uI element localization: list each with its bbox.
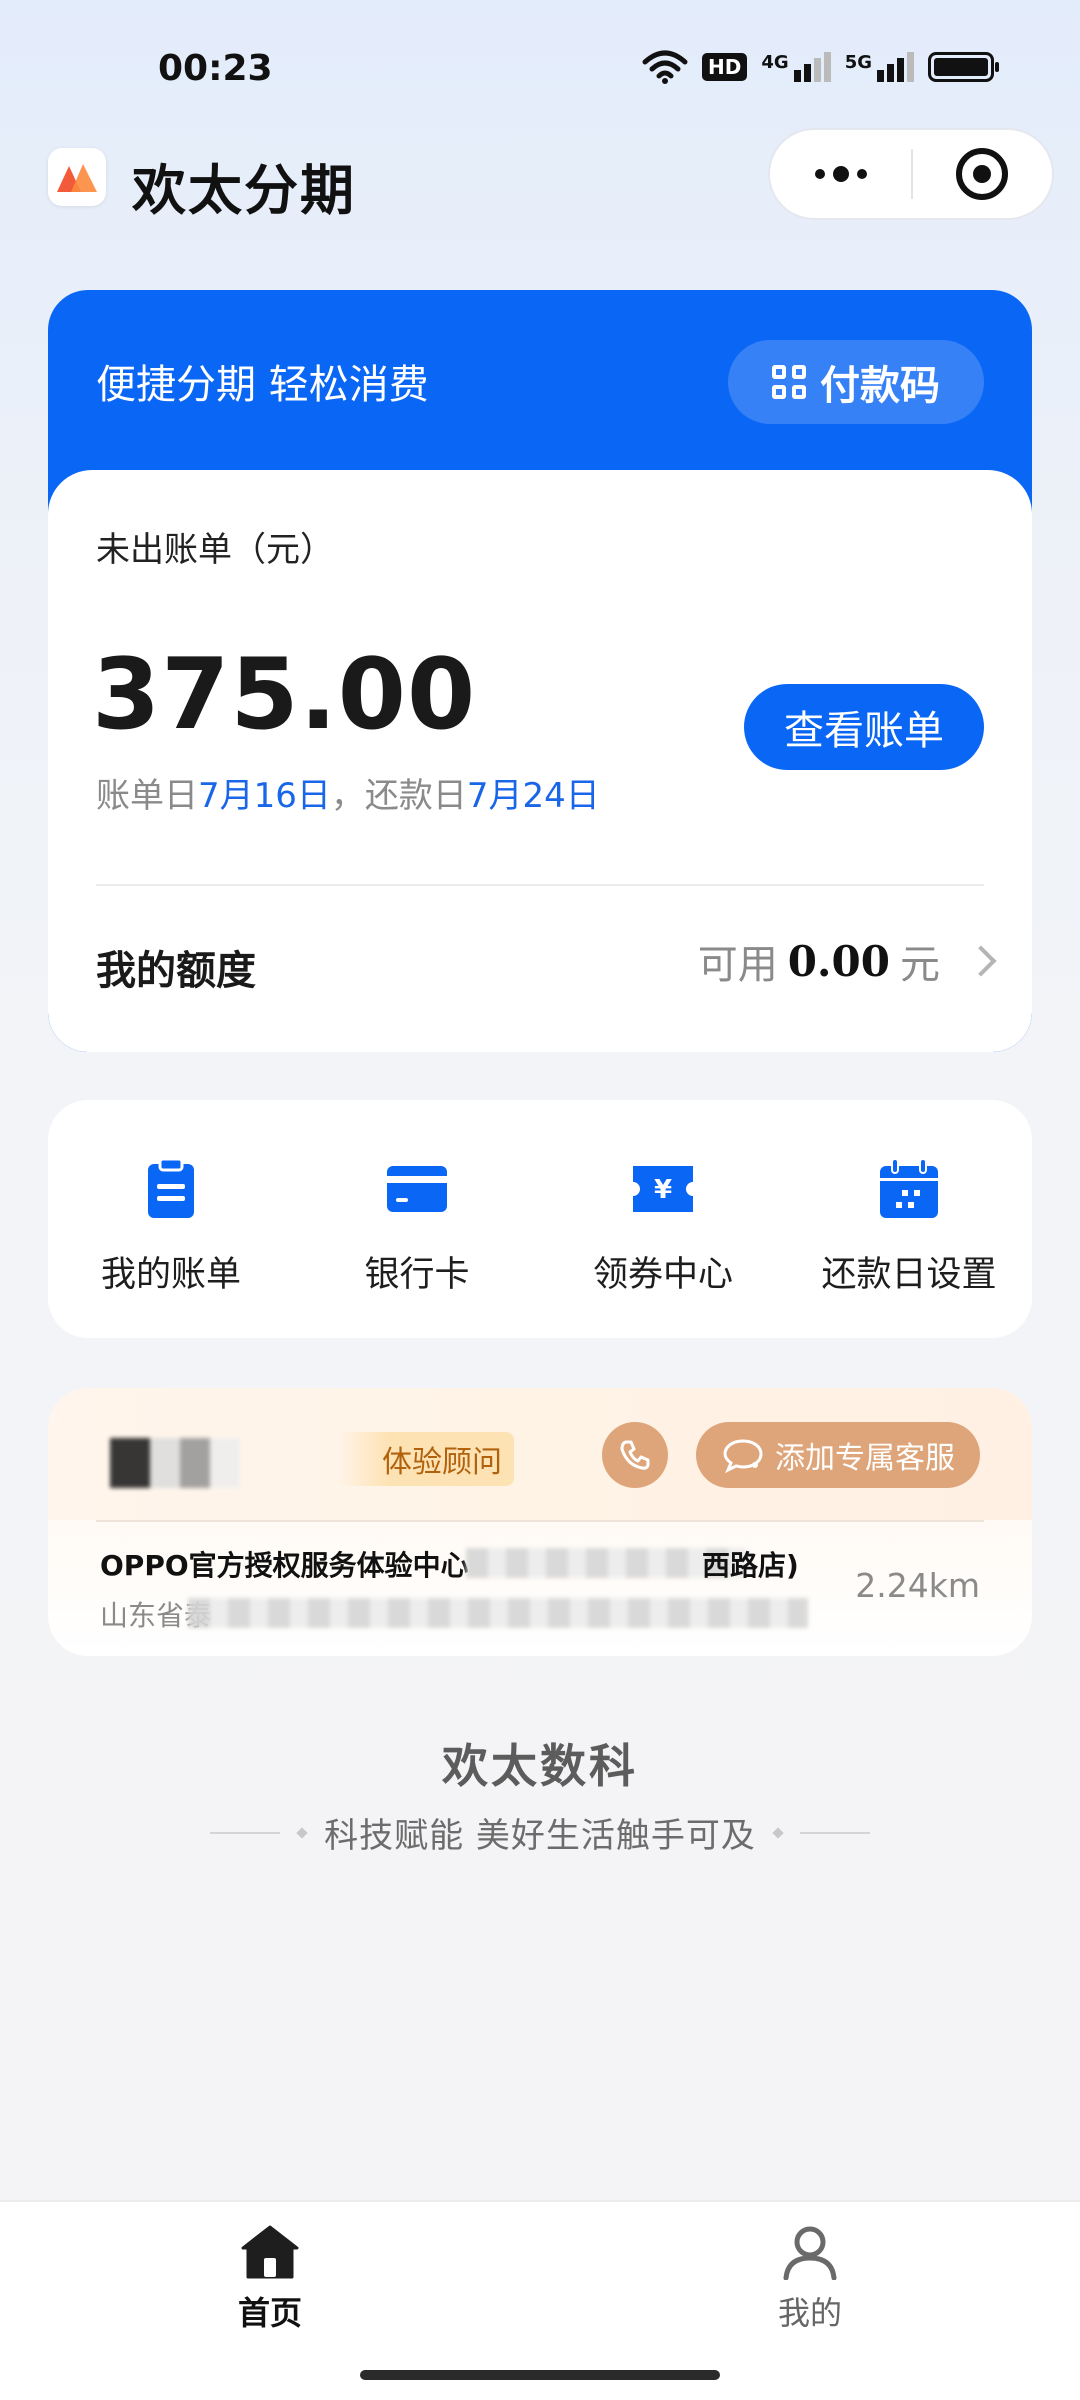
coupon-icon: ¥: [633, 1166, 693, 1212]
bank-card-icon: [387, 1166, 447, 1212]
blurred-text: [188, 1598, 808, 1628]
bill-slogan: 便捷分期 轻松消费: [96, 362, 429, 408]
phone-icon: [620, 1440, 650, 1470]
network-5g-label: 5G: [844, 52, 872, 73]
available-prefix: 可用: [697, 942, 778, 988]
quick-item-label: 银行卡: [364, 1255, 470, 1295]
bill-amount: 375.00: [92, 638, 477, 752]
quick-item-bank-card[interactable]: 银行卡: [294, 1100, 540, 1338]
status-icons: HD 4G 5G: [642, 50, 999, 84]
blurred-avatar: [110, 1438, 240, 1488]
tab-mine-label: 我的: [777, 2294, 842, 2332]
home-icon: [241, 2225, 299, 2279]
brand-name: 欢太数科: [442, 1739, 638, 1793]
bill-day: 7月16日: [198, 776, 331, 816]
status-time: 00:23: [158, 48, 273, 89]
huantai-logo-icon: [48, 148, 106, 206]
quick-item-coupon-center[interactable]: ¥ 领券中心: [540, 1100, 786, 1338]
advisor-tag: 体验顾问: [338, 1432, 514, 1486]
available-amount: 0.00: [787, 936, 890, 986]
pay-code-button[interactable]: 付款码: [728, 340, 984, 424]
wifi-icon: [642, 50, 688, 84]
decor-line: [799, 1831, 870, 1834]
tagline: 科技赋能 美好生活触手可及: [324, 1816, 756, 1856]
store-card[interactable]: 体验顾问 添加专属客服 OPPO官方授权服务体验中心 西路店) 山东省泰 2.2…: [48, 1388, 1032, 1656]
store-name: OPPO官方授权服务体验中心: [100, 1544, 469, 1584]
decor-diamond: [772, 1826, 784, 1839]
chat-bubble-icon: [723, 1439, 763, 1473]
qr-code-icon: [772, 365, 806, 399]
signal-5g-icon: 5G: [845, 52, 914, 82]
repay-day-prefix: ，还款日: [330, 776, 467, 816]
store-name-suffix-text: 西路店): [702, 1549, 799, 1582]
bill-day-prefix: 账单日: [96, 776, 198, 816]
my-limit-label: 我的额度: [96, 948, 256, 994]
target-close-icon: [956, 148, 1009, 200]
view-bill-button[interactable]: 查看账单: [744, 684, 984, 770]
quick-item-label: 还款日设置: [821, 1255, 997, 1295]
mini-program-capsule: [768, 128, 1054, 220]
bill-clipboard-icon: [148, 1157, 194, 1218]
store-name-text: OPPO官方授权服务体验中心: [100, 1549, 469, 1582]
quick-item-label: 领券中心: [592, 1255, 733, 1295]
phone-button[interactable]: [602, 1422, 668, 1488]
add-service-button[interactable]: 添加专属客服: [696, 1422, 980, 1488]
chevron-right-icon: [965, 945, 997, 977]
pay-code-label: 付款码: [820, 363, 940, 409]
decor-line: [210, 1831, 281, 1834]
network-4g-label: 4G: [761, 52, 789, 73]
tab-mine[interactable]: 我的: [710, 2224, 910, 2334]
bill-summary: 未出账单（元） 375.00 账单日7月16日，还款日7月24日 查看账单 我的…: [48, 470, 1032, 1052]
svg-text:¥: ¥: [654, 1175, 672, 1205]
tab-home[interactable]: 首页: [170, 2224, 370, 2334]
tab-home-label: 首页: [237, 2294, 302, 2332]
bill-card: 便捷分期 轻松消费 付款码 未出账单（元） 375.00 账单日7月16日，还款…: [48, 290, 1032, 1052]
home-indicator[interactable]: [360, 2370, 720, 2380]
divider: [96, 884, 984, 886]
tagline-row: 科技赋能 美好生活触手可及: [0, 1808, 1080, 1857]
signal-4g-icon: 4G: [761, 52, 831, 82]
my-limit-row[interactable]: 可用 0.00 元: [697, 932, 997, 990]
battery-icon: [928, 52, 999, 82]
app-title: 欢太分期: [132, 159, 356, 222]
more-dots-icon[interactable]: [770, 130, 911, 218]
user-icon: [783, 2226, 837, 2280]
store-name-suffix: 西路店): [702, 1544, 799, 1584]
quick-item-repay-day-setting[interactable]: 还款日设置: [786, 1100, 1032, 1338]
status-bar: 00:23 HD 4G 5G: [0, 0, 1080, 140]
close-button[interactable]: [913, 130, 1052, 218]
decor-diamond: [296, 1826, 308, 1839]
unbilled-label: 未出账单（元）: [96, 530, 334, 570]
hd-badge: HD: [702, 53, 748, 81]
quick-item-label: 我的账单: [100, 1255, 241, 1295]
repay-day: 7月24日: [466, 776, 600, 816]
quick-item-my-bill[interactable]: 我的账单: [48, 1100, 294, 1338]
add-service-label: 添加专属客服: [775, 1441, 955, 1476]
bill-dates: 账单日7月16日，还款日7月24日: [96, 768, 600, 817]
available-unit: 元: [900, 942, 940, 988]
store-distance: 2.24km: [855, 1566, 980, 1605]
divider: [96, 1520, 984, 1522]
calendar-icon: [880, 1158, 938, 1218]
quick-menu: 我的账单 银行卡 ¥ 领券中心 还款日设置: [48, 1100, 1032, 1338]
